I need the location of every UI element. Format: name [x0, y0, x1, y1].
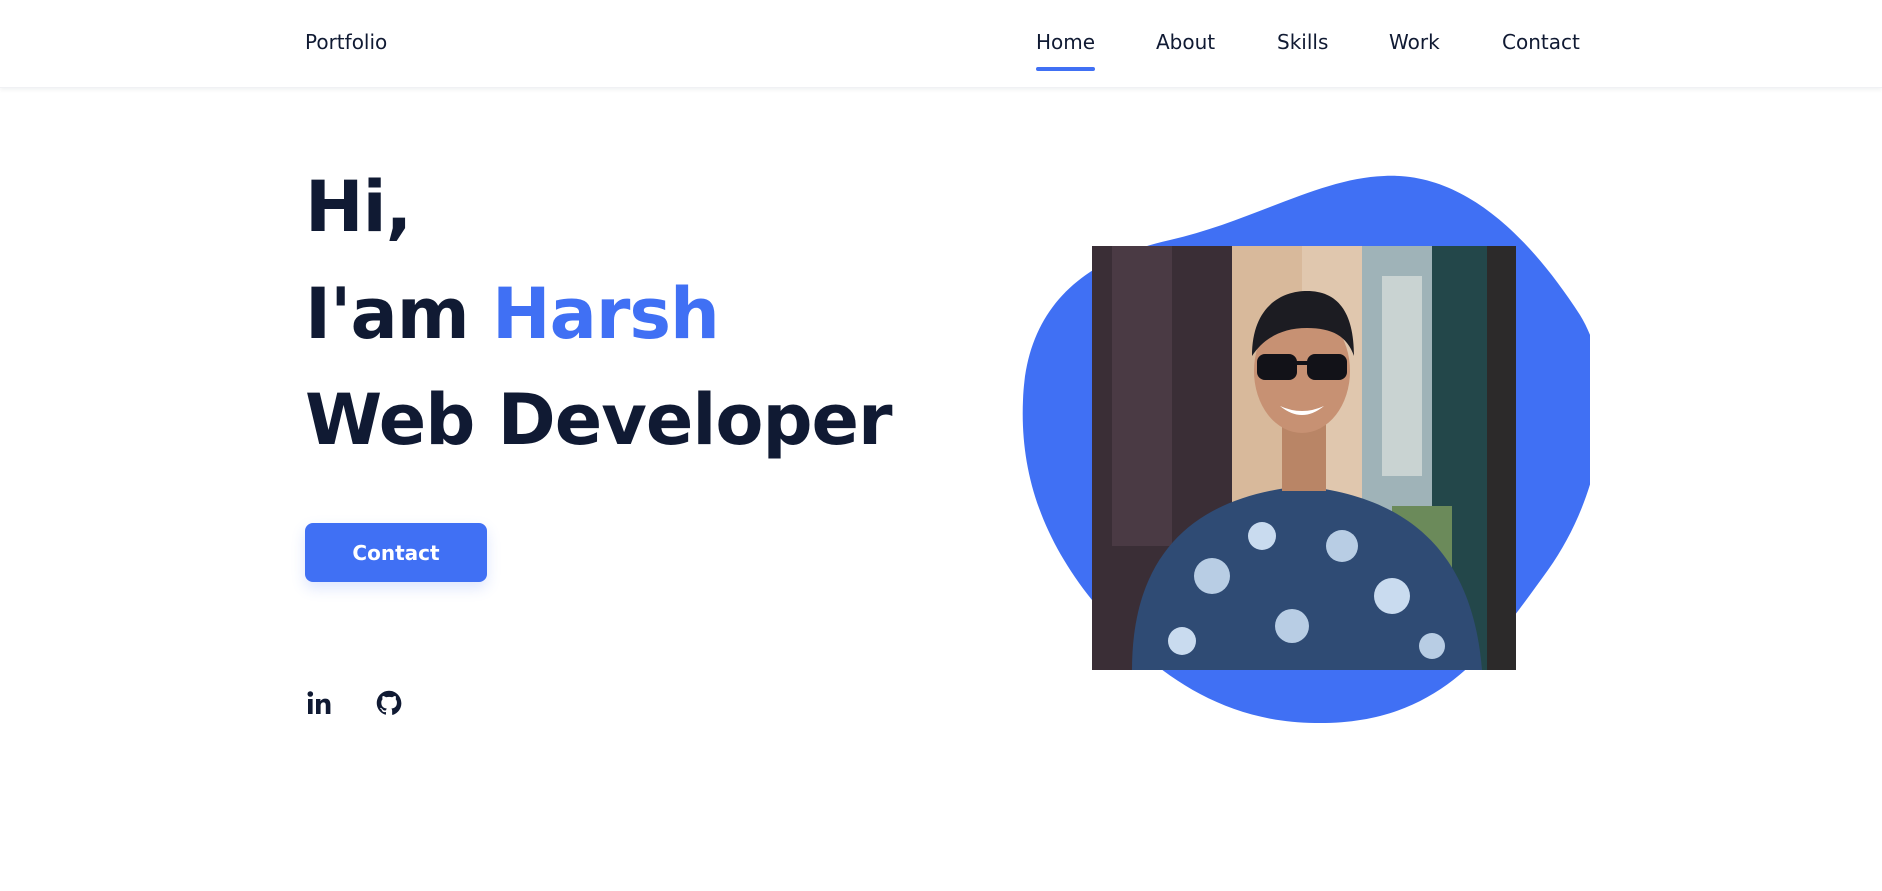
site-header: Portfolio Home About Skills Work Contact [0, 0, 1882, 88]
nav-link-home[interactable]: Home [1036, 30, 1096, 71]
profile-photo [1092, 246, 1516, 670]
linkedin-glyph [307, 691, 331, 714]
hero-greeting: Hi, [305, 166, 412, 248]
main-nav: Home About Skills Work Contact [0, 0, 1882, 88]
active-nav-indicator [1036, 67, 1096, 71]
nav-link-contact[interactable]: Contact [1502, 30, 1580, 54]
nav-link-home-label: Home [1036, 30, 1096, 54]
hero-name: Harsh [492, 273, 720, 355]
hero-title: Web Developer [305, 379, 893, 461]
contact-button[interactable]: Contact [305, 523, 487, 582]
linkedin-icon[interactable] [302, 686, 336, 720]
nav-link-about[interactable]: About [1156, 30, 1215, 54]
github-glyph [376, 690, 402, 715]
profile-photo-illustration [1092, 246, 1516, 670]
github-icon[interactable] [372, 686, 406, 720]
hero-intro: I'am Harsh [305, 279, 720, 349]
hero-intro-prefix: I'am [305, 273, 470, 355]
nav-link-skills[interactable]: Skills [1277, 30, 1328, 54]
nav-link-work[interactable]: Work [1389, 30, 1440, 54]
